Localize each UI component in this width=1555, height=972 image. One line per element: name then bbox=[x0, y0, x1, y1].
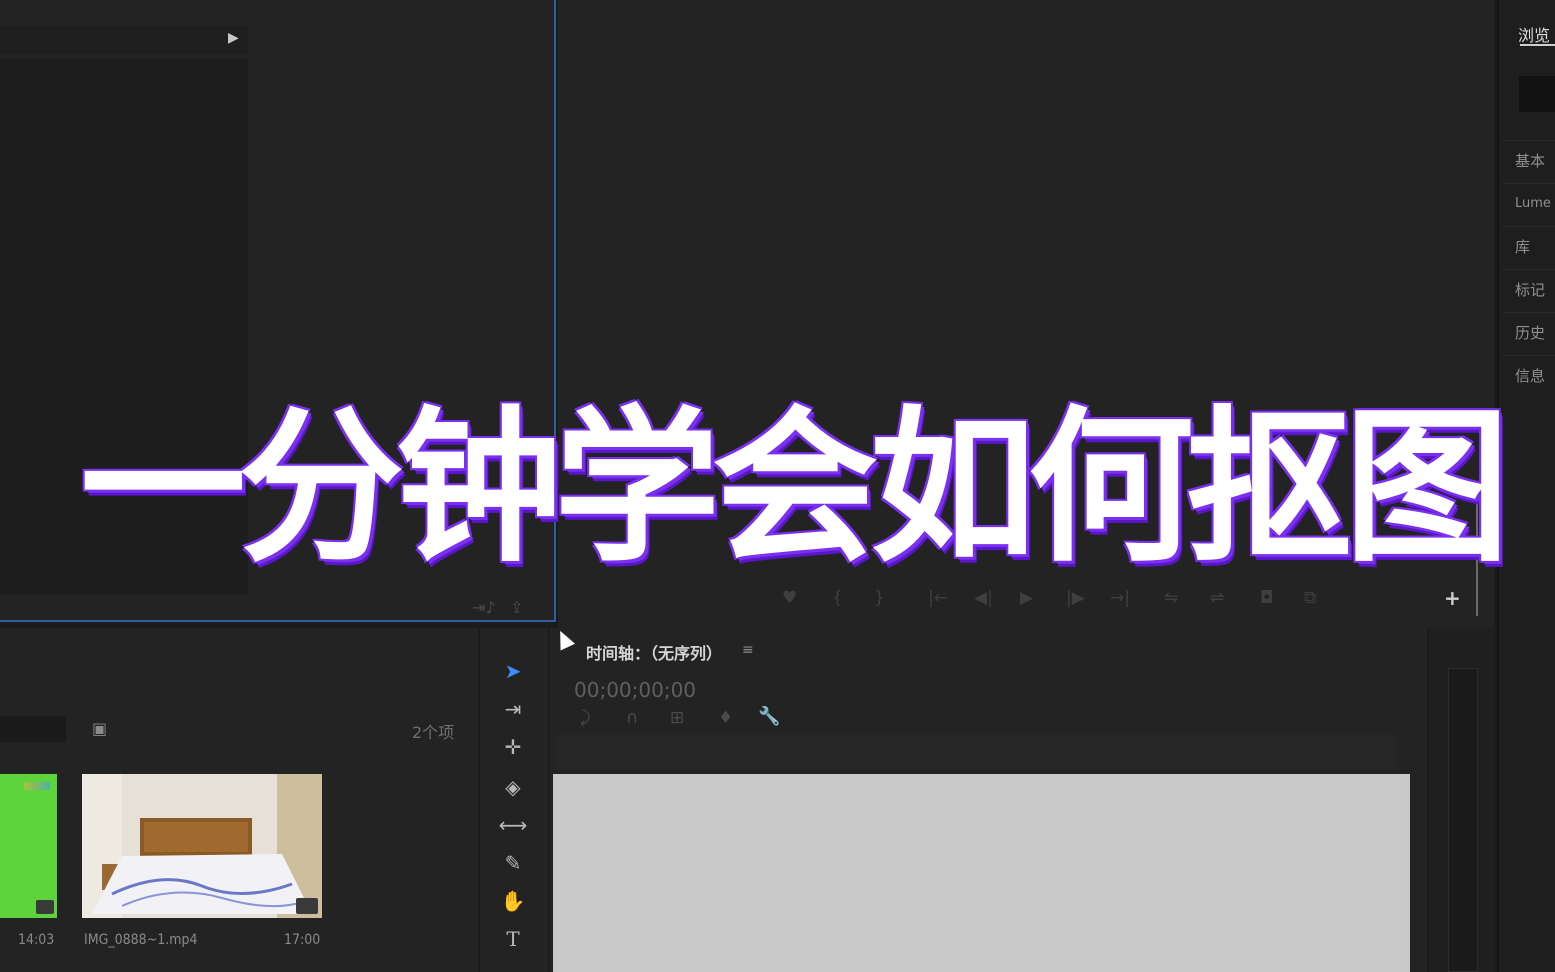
source-insert-icon[interactable]: ⇥♪ bbox=[472, 598, 496, 617]
right-panel-tab[interactable]: 浏览 bbox=[1518, 22, 1550, 46]
extract-button[interactable]: ⇌ bbox=[1210, 588, 1224, 608]
panel-item-essentials[interactable]: 基本 bbox=[1503, 140, 1555, 180]
panel-expand-arrow-icon[interactable]: ▶ bbox=[228, 30, 239, 46]
mark-out-button[interactable]: } bbox=[874, 588, 885, 608]
timeline-ruler bbox=[556, 734, 1396, 770]
timeline-timecode[interactable]: 00;00;00;00 bbox=[574, 678, 696, 702]
project-item-count: 2个项 bbox=[412, 723, 455, 742]
panel-item-markers[interactable]: 标记 bbox=[1503, 269, 1555, 309]
linked-selection-icon[interactable]: ⊞ bbox=[670, 708, 684, 728]
mark-in-button[interactable]: { bbox=[832, 588, 843, 608]
clip-duration: 14:03 bbox=[18, 932, 55, 948]
selection-tool-icon[interactable]: ➤ bbox=[496, 656, 530, 686]
wrench-icon[interactable]: 🔧 bbox=[758, 706, 780, 727]
clip-type-badge-icon bbox=[36, 900, 54, 914]
clip-thumbnail-bedroom[interactable] bbox=[82, 774, 322, 918]
type-tool-icon[interactable]: T bbox=[496, 924, 530, 954]
clip-duration: 17:00 bbox=[284, 932, 321, 948]
insert-sequence-icon[interactable]: ⤸ bbox=[580, 708, 590, 728]
add-marker-icon[interactable]: ♦ bbox=[718, 708, 733, 728]
timeline-drop-area[interactable] bbox=[553, 774, 1410, 972]
panel-item-history[interactable]: 历史 bbox=[1503, 312, 1555, 352]
new-bin-folder-icon[interactable]: ▣ bbox=[92, 719, 107, 738]
clip-thumbnail-greenscreen[interactable] bbox=[0, 774, 57, 918]
go-to-in-button[interactable]: |← bbox=[928, 588, 948, 608]
go-to-out-button[interactable]: →| bbox=[1110, 588, 1130, 608]
add-marker-button[interactable]: ♥ bbox=[782, 588, 797, 608]
source-export-icon[interactable]: ⇪ bbox=[510, 598, 523, 617]
step-forward-button[interactable]: |▶ bbox=[1066, 588, 1085, 608]
overlay-title: 一分钟学会如何抠图 bbox=[80, 390, 1510, 585]
pen-tool-icon[interactable]: ✎ bbox=[496, 848, 530, 878]
audio-meter bbox=[1448, 668, 1478, 972]
clip-type-badge-icon bbox=[296, 898, 318, 914]
step-back-button[interactable]: ◀| bbox=[974, 588, 993, 608]
ripple-edit-tool-icon[interactable]: ✛ bbox=[496, 732, 530, 762]
panel-item-info[interactable]: 信息 bbox=[1503, 355, 1555, 395]
track-select-tool-icon[interactable]: ⇥ bbox=[496, 694, 530, 724]
play-button[interactable]: ▶ bbox=[1020, 588, 1033, 608]
greenscreen-subject bbox=[24, 782, 50, 790]
panel-item-libraries[interactable]: 库 bbox=[1503, 226, 1555, 266]
bedroom-image bbox=[82, 774, 322, 918]
comparison-view-button[interactable]: ⧉ bbox=[1304, 588, 1316, 608]
hand-tool-icon[interactable]: ✋ bbox=[496, 886, 530, 916]
razor-tool-icon[interactable]: ◈ bbox=[496, 772, 530, 802]
panel-item-lumetri[interactable]: Lume bbox=[1503, 183, 1555, 223]
timeline-title: 时间轴：（无序列） bbox=[586, 644, 723, 663]
slip-tool-icon[interactable]: ⟷ bbox=[496, 810, 530, 840]
lift-button[interactable]: ⇋ bbox=[1164, 588, 1178, 608]
source-header-strip bbox=[0, 26, 248, 54]
export-frame-button[interactable]: ◘ bbox=[1260, 588, 1273, 608]
button-editor-plus-icon[interactable]: + bbox=[1444, 586, 1461, 610]
right-panel-search-box[interactable] bbox=[1519, 76, 1555, 112]
clip-name: IMG_0888~1.mp4 bbox=[84, 932, 198, 948]
snap-icon[interactable]: ∩ bbox=[626, 708, 638, 728]
panel-menu-icon[interactable]: ≡ bbox=[742, 642, 754, 658]
project-search-input[interactable] bbox=[0, 716, 66, 742]
tab-active-underline bbox=[1520, 44, 1555, 46]
